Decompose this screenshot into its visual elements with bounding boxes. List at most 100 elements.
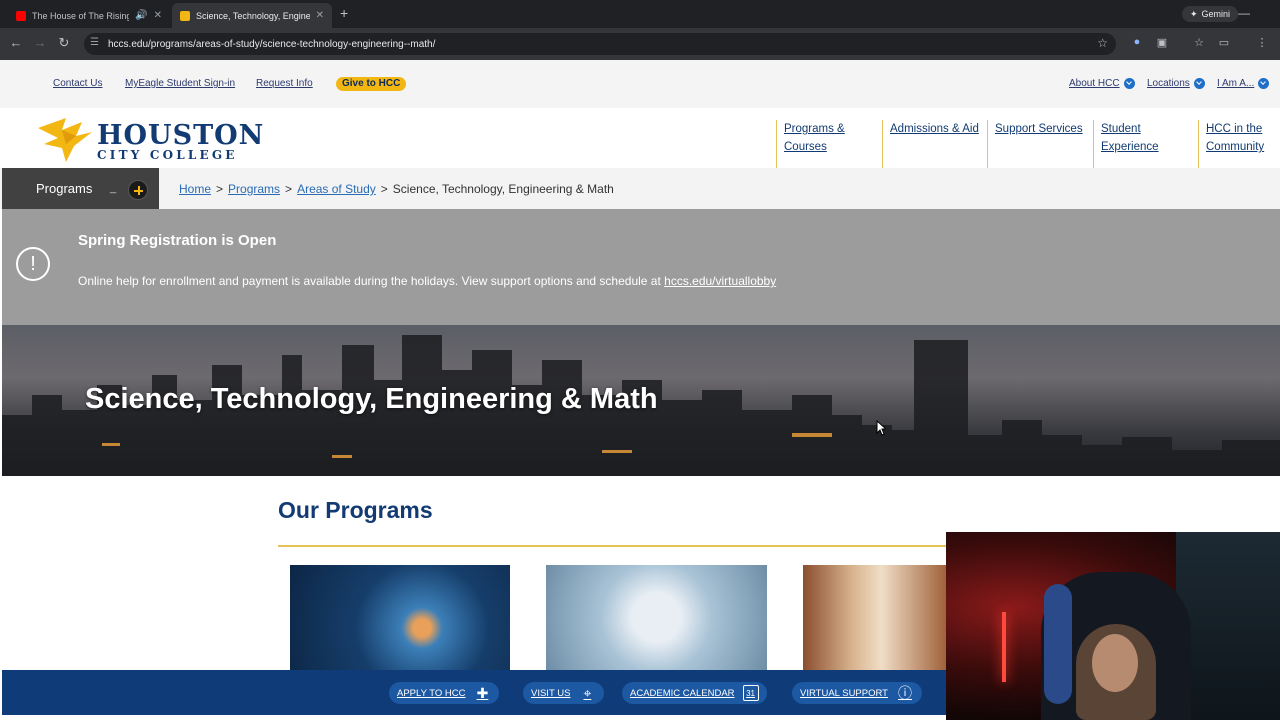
plus-icon: ✚ <box>476 684 489 701</box>
programs-toggle-label: Programs <box>36 181 93 196</box>
tab-title: The House of The Rising Su <box>32 10 130 21</box>
academic-calendar-button[interactable]: ACADEMIC CALENDAR 31 <box>622 682 767 704</box>
bottom-action-bar: APPLY TO HCC ✚ VISIT US ⌖ ACADEMIC CALEN… <box>2 670 946 715</box>
virtual-support-button[interactable]: VIRTUAL SUPPORT ⓘ <box>792 682 922 704</box>
breadcrumb-home[interactable]: Home <box>179 182 211 196</box>
plus-icon[interactable] <box>128 180 148 200</box>
youtube-icon <box>16 10 26 21</box>
programs-toggle[interactable]: Programs _ <box>2 168 159 209</box>
nav-student-experience[interactable]: Student Experience <box>1093 120 1198 168</box>
breadcrumb-areas-of-study[interactable]: Areas of Study <box>297 182 376 196</box>
virtual-lobby-link[interactable]: hccs.edu/virtuallobby <box>664 274 776 288</box>
new-tab-icon[interactable]: + <box>340 5 348 21</box>
alert-banner: ! Spring Registration is Open Online hel… <box>2 209 1280 325</box>
puzzle-icon[interactable]: ▣ <box>1155 36 1169 50</box>
browser-toolbar: ← → ↻ ☰ hccs.edu/programs/areas-of-study… <box>0 28 1280 60</box>
nav-label-line1: Support Services <box>995 123 1083 135</box>
minimize-icon[interactable]: — <box>1238 6 1250 20</box>
breadcrumb-current: Science, Technology, Engineering & Math <box>392 182 614 196</box>
chevron-down-icon <box>1193 78 1205 89</box>
nav-label-line1: Programs & <box>784 123 845 135</box>
site-info-icon[interactable]: ☰ <box>90 37 99 48</box>
program-card-image[interactable] <box>803 565 946 670</box>
red-light-bar <box>1002 612 1006 682</box>
forward-icon[interactable]: → <box>32 35 48 50</box>
breadcrumb-programs[interactable]: Programs <box>228 182 280 196</box>
request-info-link[interactable]: Request Info <box>256 78 313 89</box>
program-card-image[interactable] <box>546 565 767 670</box>
info-icon: ⓘ <box>898 685 912 701</box>
hcc-favicon-icon <box>180 10 190 21</box>
nav-label-line2: Experience <box>1101 141 1159 153</box>
url-text: hccs.edu/programs/areas-of-study/science… <box>108 38 436 50</box>
breadcrumb-separator: > <box>285 182 293 196</box>
about-hcc-label: About HCC <box>1069 78 1120 89</box>
about-hcc-link[interactable]: About HCC <box>1069 78 1135 89</box>
speaker-icon[interactable]: 🔊 <box>135 10 147 21</box>
hero-banner: Science, Technology, Engineering & Math <box>2 325 1280 476</box>
give-to-hcc-button[interactable]: Give to HCC <box>336 77 407 91</box>
utility-nav: Contact Us MyEagle Student Sign-in Reque… <box>0 60 1280 108</box>
chevron-down-icon <box>1258 78 1270 89</box>
nav-label-line1: HCC in the <box>1206 123 1263 135</box>
tab-close-icon[interactable]: ✕ <box>316 10 324 21</box>
alert-text: Online help for enrollment and payment i… <box>78 274 776 288</box>
nav-hcc-community[interactable]: HCC in the Community <box>1198 120 1280 168</box>
nav-admissions-aid[interactable]: Admissions & Aid <box>882 120 987 168</box>
calendar-label: ACADEMIC CALENDAR <box>630 687 735 699</box>
menu-icon[interactable]: ⋮ <box>1255 36 1269 50</box>
breadcrumb: Home > Programs > Areas of Study > Scien… <box>179 182 614 196</box>
eagle-logo-icon <box>38 118 92 162</box>
nav-programs-courses[interactable]: Programs & Courses <box>776 120 882 168</box>
browser-tab-youtube[interactable]: The House of The Rising Su 🔊 ✕ <box>8 3 170 28</box>
bookmarks-icon[interactable]: ☆ <box>1192 36 1206 50</box>
browser-tab-bar: The House of The Rising Su 🔊 ✕ Science, … <box>0 0 1280 28</box>
sparkle-icon: ✦ <box>1189 8 1198 19</box>
chevron-down-icon <box>1123 78 1135 89</box>
nav-support-services[interactable]: Support Services <box>987 120 1093 168</box>
chair-accent <box>1044 584 1072 704</box>
locations-label: Locations <box>1147 78 1190 89</box>
calendar-icon: 31 <box>742 685 759 701</box>
contact-us-link[interactable]: Contact Us <box>53 78 102 89</box>
alert-body: Online help for enrollment and payment i… <box>78 274 661 288</box>
myeagle-signin-link[interactable]: MyEagle Student Sign-in <box>125 78 235 89</box>
gemini-button[interactable]: ✦ Gemini <box>1181 6 1238 22</box>
window-background <box>1176 532 1280 720</box>
i-am-a-link[interactable]: I Am A... <box>1217 78 1270 89</box>
hero-title: Science, Technology, Engineering & Math <box>85 383 658 415</box>
map-pin-icon: ⌖ <box>583 684 592 701</box>
apply-label: APPLY TO HCC <box>397 687 466 699</box>
breadcrumb-separator: > <box>216 182 224 196</box>
section-divider <box>278 545 958 547</box>
visit-us-button[interactable]: VISIT US ⌖ <box>523 682 605 704</box>
webcam-overlay <box>946 532 1280 720</box>
site-header: HOUSTON CITY COLLEGE Programs & Courses … <box>0 108 1280 168</box>
apply-to-hcc-button[interactable]: APPLY TO HCC ✚ <box>389 682 500 704</box>
tab-title: Science, Technology, Engineeri <box>196 10 310 21</box>
alert-title: Spring Registration is Open <box>78 232 277 249</box>
hcc-logo[interactable]: HOUSTON CITY COLLEGE <box>36 114 266 164</box>
virtual-support-label: VIRTUAL SUPPORT <box>800 687 888 699</box>
split-view-icon[interactable]: ▭ <box>1217 36 1231 50</box>
alert-icon: ! <box>16 247 50 281</box>
logo-city-college: CITY COLLEGE <box>97 148 238 162</box>
visit-label: VISIT US <box>531 687 571 699</box>
program-card-image[interactable] <box>290 565 510 670</box>
nav-label-line1: Student <box>1101 123 1141 135</box>
logo-houston: HOUSTON <box>97 120 265 151</box>
person-head <box>1092 634 1138 692</box>
bookmark-star-icon[interactable]: ☆ <box>1097 36 1108 50</box>
browser-tab-active[interactable]: Science, Technology, Engineeri ✕ <box>172 3 332 28</box>
back-icon[interactable]: ← <box>8 35 24 50</box>
reload-icon[interactable]: ↻ <box>56 35 72 51</box>
extension-icon[interactable]: ● <box>1130 36 1144 50</box>
nav-label-line2: Community <box>1206 141 1265 153</box>
locations-link[interactable]: Locations <box>1147 78 1205 89</box>
address-bar[interactable]: ☰ hccs.edu/programs/areas-of-study/scien… <box>84 33 1116 55</box>
mouse-cursor-icon <box>876 420 886 436</box>
our-programs-heading: Our Programs <box>278 497 433 523</box>
gemini-label: Gemini <box>1201 9 1230 19</box>
tab-close-icon[interactable]: ✕ <box>154 10 162 21</box>
minus-mark: _ <box>110 182 117 194</box>
